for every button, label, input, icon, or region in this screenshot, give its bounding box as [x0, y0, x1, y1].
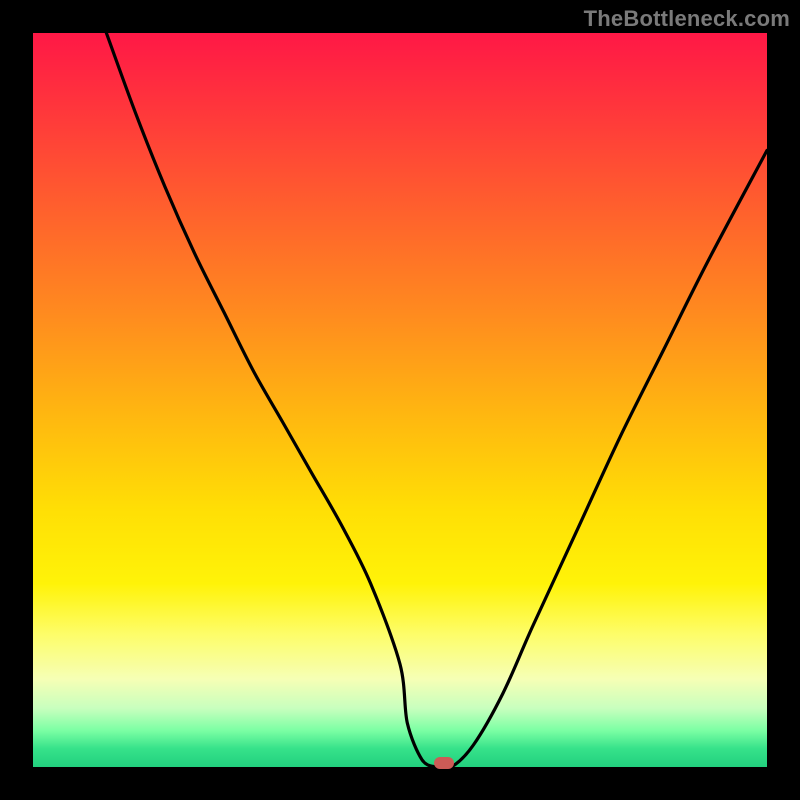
watermark-text: TheBottleneck.com	[584, 6, 790, 32]
chart-frame: TheBottleneck.com	[0, 0, 800, 800]
optimal-point-marker	[434, 757, 454, 769]
bottleneck-curve	[33, 33, 767, 767]
plot-area	[33, 33, 767, 767]
